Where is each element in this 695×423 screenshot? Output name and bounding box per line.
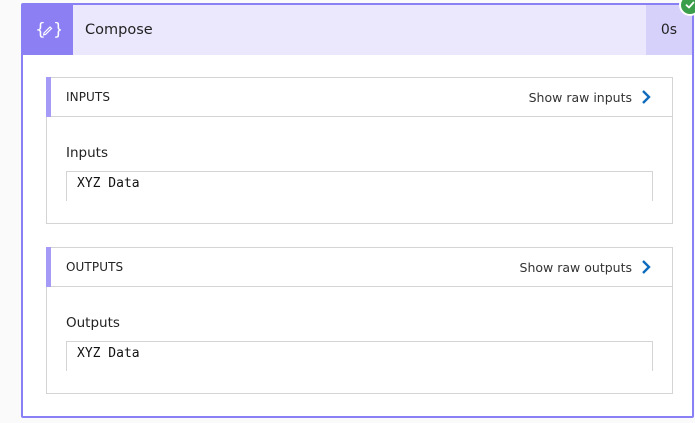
action-title: Compose: [85, 22, 153, 38]
show-raw-outputs-link[interactable]: Show raw outputs: [520, 259, 652, 275]
svg-text:}: }: [53, 20, 61, 40]
compose-curly-braces-icon: { }: [23, 5, 73, 55]
inputs-value: XYZ Data: [77, 176, 140, 191]
outputs-field-label: Outputs: [66, 315, 120, 331]
show-raw-inputs-link[interactable]: Show raw inputs: [529, 89, 652, 105]
chevron-right-icon: [642, 90, 651, 104]
outputs-section: OUTPUTS Show raw outputs Outputs XYZ Dat…: [46, 247, 673, 394]
inputs-section-header: INPUTS Show raw inputs: [46, 77, 672, 117]
show-raw-inputs-label: Show raw inputs: [528, 89, 632, 105]
outputs-value-box[interactable]: XYZ Data: [66, 341, 653, 371]
action-header[interactable]: { } Compose 0s: [23, 0, 695, 55]
outputs-section-header: OUTPUTS Show raw outputs: [46, 247, 672, 287]
chevron-right-icon: [642, 260, 651, 274]
inputs-section: INPUTS Show raw inputs Inputs XYZ Data: [46, 77, 673, 224]
outputs-section-title: OUTPUTS: [66, 260, 124, 274]
svg-text:{: {: [35, 20, 46, 40]
inputs-section-title: INPUTS: [66, 90, 111, 104]
show-raw-outputs-label: Show raw outputs: [519, 259, 632, 275]
inputs-field-label: Inputs: [66, 145, 108, 161]
run-history-page: { } Compose 0s INPUTS Show raw inputs: [0, 0, 695, 423]
inputs-value-box[interactable]: XYZ Data: [66, 171, 653, 201]
outputs-value: XYZ Data: [77, 346, 140, 361]
compose-action-card: { } Compose 0s INPUTS Show raw inputs: [21, 0, 695, 418]
